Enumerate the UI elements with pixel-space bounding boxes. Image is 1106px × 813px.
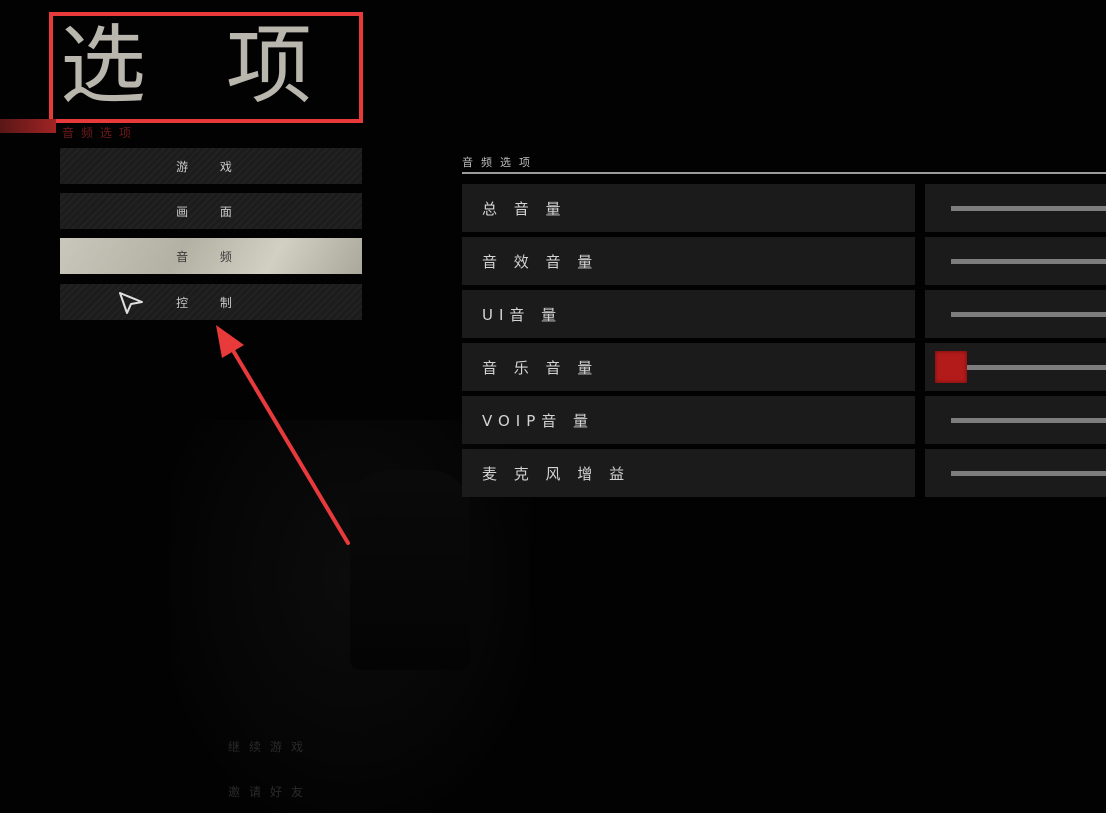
setting-row-mic-gain: 麦 克 风 增 益 [462,449,1106,497]
mouse-pointer-icon [119,292,143,314]
voip-volume-slider[interactable] [925,396,1106,444]
slider-track[interactable] [951,365,1106,370]
menu-item-controls[interactable]: 控 制 [60,284,362,320]
slider-handle[interactable] [935,351,967,383]
sfx-volume-slider[interactable] [925,237,1106,285]
page-subtitle: 音频选项 [62,126,139,140]
panel-divider [462,172,1106,174]
setting-label: 音 乐 音 量 [482,358,599,377]
slider-track[interactable] [951,312,1106,317]
menu-item-label: 画 面 [176,204,246,219]
setting-label: 音 效 音 量 [482,252,599,271]
setting-label: VOIP音 量 [482,411,595,430]
panel-title: 音频选项 [462,156,538,169]
setting-label-box: 麦 克 风 增 益 [462,449,915,497]
setting-row-master-volume: 总 音 量 [462,184,1106,232]
setting-label-box: 音 效 音 量 [462,237,915,285]
menu-item-display[interactable]: 画 面 [60,193,362,229]
menu-item-label: 音 频 [176,249,246,264]
setting-label-box: UI音 量 [462,290,915,338]
slider-track[interactable] [951,418,1106,423]
title-highlight-box [49,12,363,123]
invite-friends-link[interactable]: 邀请好友 [228,783,312,800]
setting-row-sfx-volume: 音 效 音 量 [462,237,1106,285]
menu-item-audio[interactable]: 音 频 [60,238,362,274]
setting-label-box: 总 音 量 [462,184,915,232]
mic-gain-slider[interactable] [925,449,1106,497]
slider-track[interactable] [951,206,1106,211]
slider-track[interactable] [951,259,1106,264]
menu-item-game[interactable]: 游 戏 [60,148,362,184]
master-volume-slider[interactable] [925,184,1106,232]
slider-track[interactable] [951,471,1106,476]
setting-label-box: 音 乐 音 量 [462,343,915,391]
music-volume-slider[interactable] [925,343,1106,391]
continue-game-link[interactable]: 继续游戏 [228,738,312,755]
subtitle-accent-bar [0,119,56,133]
menu-item-label: 控 制 [176,295,246,310]
setting-row-music-volume: 音 乐 音 量 [462,343,1106,391]
setting-label: UI音 量 [482,305,563,324]
background-figure-detail [350,470,470,670]
setting-label: 麦 克 风 增 益 [482,464,631,483]
ui-volume-slider[interactable] [925,290,1106,338]
setting-label: 总 音 量 [482,199,567,218]
setting-row-ui-volume: UI音 量 [462,290,1106,338]
setting-label-box: VOIP音 量 [462,396,915,444]
setting-row-voip-volume: VOIP音 量 [462,396,1106,444]
menu-item-label: 游 戏 [176,159,246,174]
